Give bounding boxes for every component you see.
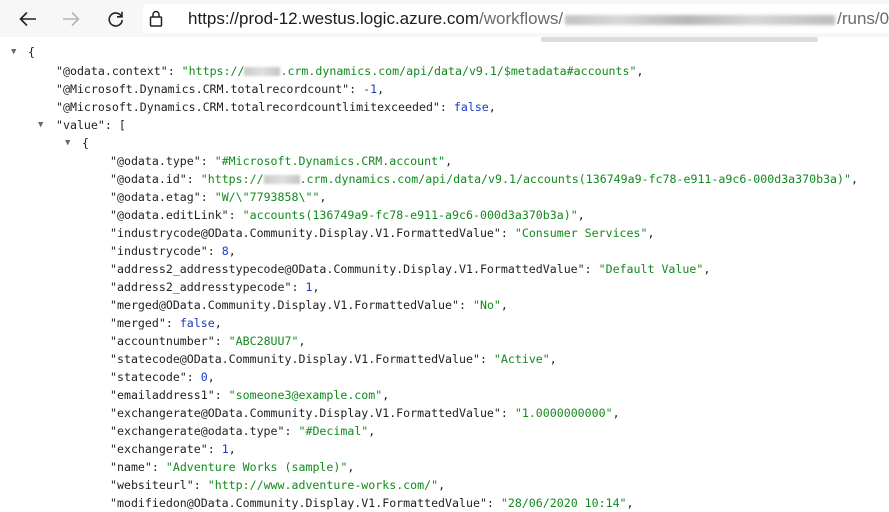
json-line-limitexceeded: "@Microsoft.Dynamics.CRM.totalrecordcoun…: [56, 100, 496, 114]
horizontal-scrollbar[interactable]: [541, 37, 818, 42]
json-value: "ABC28UU7": [228, 334, 299, 348]
json-property-line: "@odata.type": "#Microsoft.Dynamics.CRM.…: [110, 154, 453, 168]
json-key: "statecode@OData.Community.Display.V1.Fo…: [110, 352, 480, 366]
json-value: .crm.dynamics.com/api/data/v9.1/accounts…: [299, 172, 852, 186]
url-tail: /runs/0858: [837, 9, 889, 28]
address-bar[interactable]: https://prod-12.westus.logic.azure.com/w…: [143, 4, 889, 33]
json-value: 0: [200, 370, 208, 384]
refresh-icon: [108, 11, 123, 27]
collapse-item-icon[interactable]: ▼: [65, 138, 70, 148]
json-value: "Consumer Services": [514, 226, 648, 240]
json-property-line: "statecode": 0,: [110, 370, 215, 384]
json-key: "merged": [110, 316, 166, 330]
json-key: "@odata.type": [110, 154, 201, 168]
json-key: "@odata.id": [110, 172, 187, 186]
lock-icon: [149, 10, 163, 27]
json-key: "websiteurl": [110, 478, 194, 492]
json-item-open-brace: {: [82, 136, 89, 150]
json-value: "accounts(136749a9-fc78-e911-a9c6-000d3a…: [242, 208, 578, 222]
json-line-totalrecordcount: "@Microsoft.Dynamics.CRM.totalrecordcoun…: [56, 82, 385, 96]
json-property-line: "@odata.id": "https://.crm.dynamics.com/…: [110, 172, 858, 186]
json-property-line: "exchangerate@odata.type": "#Decimal",: [110, 424, 376, 438]
json-property-line: "statecode@OData.Community.Display.V1.Fo…: [110, 352, 557, 366]
json-property-line: "modifiedon@OData.Community.Display.V1.F…: [110, 496, 634, 510]
json-property-line: "merged": false,: [110, 316, 222, 330]
json-open-brace: {: [28, 45, 35, 59]
collapse-root-icon[interactable]: ▼: [11, 47, 16, 57]
json-property-line: "emailaddress1": "someone3@example.com",: [110, 388, 390, 402]
json-value: 8: [221, 244, 229, 258]
json-key: "industrycode@OData.Community.Display.V1…: [110, 226, 501, 240]
collapse-value-icon[interactable]: ▼: [38, 120, 43, 130]
back-button[interactable]: [10, 0, 46, 37]
json-value: false: [179, 316, 215, 330]
json-line-value: "value": [: [56, 118, 126, 132]
back-arrow-icon: [19, 11, 36, 26]
json-value: "1.0000000000": [514, 406, 613, 420]
json-property-line: "industrycode": 8,: [110, 244, 236, 258]
url-text: https://prod-12.westus.logic.azure.com/w…: [188, 9, 889, 28]
json-key: "industrycode": [110, 244, 208, 258]
json-key: "address2_addresstypecode@OData.Communit…: [110, 262, 585, 276]
json-property-line: "exchangerate": 1,: [110, 442, 236, 456]
json-key: "@odata.etag": [110, 190, 201, 204]
json-value: "W/\"7793858\"": [214, 190, 320, 204]
json-key: "statecode": [110, 370, 187, 384]
json-key: "@odata.editLink": [110, 208, 229, 222]
json-property-line: "address2_addresstypecode@OData.Communit…: [110, 262, 711, 276]
json-key: "modifiedon@OData.Community.Display.V1.F…: [110, 496, 487, 510]
json-property-line: "merged@OData.Community.Display.V1.Forma…: [110, 298, 508, 312]
json-value: "No": [472, 298, 501, 312]
json-key: "exchangerate@OData.Community.Display.V1…: [110, 406, 501, 420]
redacted-org-name: [244, 67, 281, 76]
json-line-odata-context: "@odata.context": "https://.crm.dynamics…: [56, 64, 644, 78]
json-value: "Default Value": [598, 262, 704, 276]
json-value: "28/06/2020 10:14": [500, 496, 627, 510]
browser-toolbar: https://prod-12.westus.logic.azure.com/w…: [0, 0, 889, 37]
redacted-url-segment: [565, 14, 836, 25]
json-value: "http://www.adventure-works.com/": [207, 478, 439, 492]
json-property-line: "websiteurl": "http://www.adventure-work…: [110, 478, 446, 492]
json-key: "address2_addresstypecode": [110, 280, 292, 294]
json-key: "exchangerate@odata.type": [110, 424, 285, 438]
redacted-org-name: [263, 175, 300, 184]
json-property-line: "address2_addresstypecode": 1,: [110, 280, 320, 294]
url-host: https://prod-12.westus.logic.azure.com: [188, 9, 480, 28]
json-property-line: "exchangerate@OData.Community.Display.V1…: [110, 406, 620, 420]
json-value: "Active": [493, 352, 550, 366]
json-value: "#Decimal": [298, 424, 369, 438]
json-key: "name": [110, 460, 152, 474]
json-key: "emailaddress1": [110, 388, 215, 402]
json-value: "#Microsoft.Dynamics.CRM.account": [214, 154, 446, 168]
json-property-line: "name": "Adventure Works (sample)",: [110, 460, 355, 474]
forward-arrow-icon: [63, 11, 80, 26]
json-key: "merged@OData.Community.Display.V1.Forma…: [110, 298, 460, 312]
forward-button[interactable]: [53, 0, 89, 37]
json-key: "exchangerate": [110, 442, 208, 456]
json-property-line: "@odata.editLink": "accounts(136749a9-fc…: [110, 208, 585, 222]
json-property-line: "@odata.etag": "W/\"7793858\"",: [110, 190, 327, 204]
refresh-button[interactable]: [98, 0, 134, 37]
json-value: "https://: [200, 172, 264, 186]
url-path: /workflows/: [479, 9, 564, 28]
json-property-line: "accountnumber": "ABC28UU7",: [110, 334, 306, 348]
json-property-line: "industrycode@OData.Community.Display.V1…: [110, 226, 655, 240]
json-value: "Adventure Works (sample)": [165, 460, 348, 474]
json-value: 1: [221, 442, 229, 456]
json-key: "accountnumber": [110, 334, 215, 348]
json-value: "someone3@example.com": [228, 388, 383, 402]
